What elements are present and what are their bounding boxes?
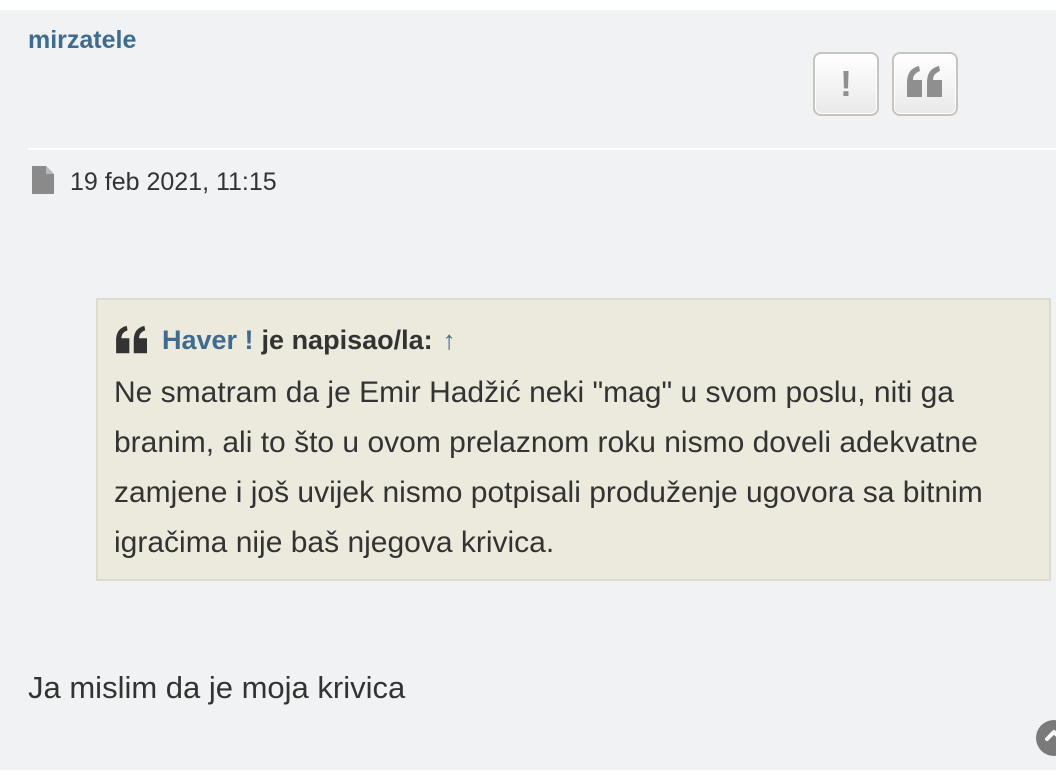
quote-button[interactable] (892, 52, 958, 116)
chevron-up-icon (1044, 726, 1056, 751)
quote-cite: Haver ! je napisao/la: ↑ (114, 318, 1033, 362)
quote-wrote-label: je napisao/la: (261, 324, 433, 355)
quote-icon (905, 65, 945, 104)
post: mirzatele ! 19 feb 2021, 11:15 Haver ! j… (0, 10, 1056, 770)
post-meta: 19 feb 2021, 11:15 (30, 165, 277, 200)
post-date: 19 feb 2021, 11:15 (70, 167, 277, 196)
report-button[interactable]: ! (813, 52, 879, 116)
post-body-text: Ja mislim da je moja krivica (28, 670, 406, 705)
scroll-to-top-button[interactable] (1036, 720, 1056, 756)
quote-text: Ne smatram da je Emir Hadžić neki "mag" … (114, 376, 983, 559)
quote-block: Haver ! je napisao/la: ↑ Ne smatram da j… (96, 298, 1051, 581)
post-divider (28, 148, 1056, 150)
file-icon (30, 165, 56, 200)
report-icon: ! (840, 63, 852, 104)
quote-author-link[interactable]: Haver ! (162, 325, 254, 356)
post-author-link[interactable]: mirzatele (28, 26, 136, 55)
jump-to-post-arrow-icon[interactable]: ↑ (443, 325, 456, 356)
quote-mark-icon (114, 325, 150, 355)
